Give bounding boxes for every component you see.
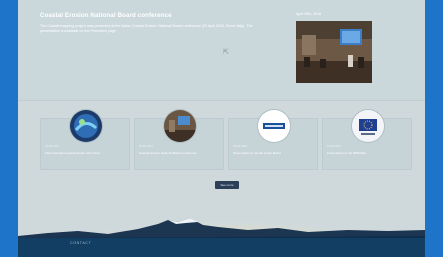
news-card-image[interactable]	[69, 109, 103, 143]
mouse-cursor-icon: ⇱	[223, 49, 229, 56]
news-card-date: 11 Apr 2016	[327, 145, 341, 148]
news-cards: 29 Apr 2016 Field operations questionnai…	[30, 104, 415, 170]
news-card[interactable]: 11 Apr 2016 Presentation to the RPRGEG	[322, 109, 412, 170]
news-card-title[interactable]: Presentation to the RPRGEG	[327, 151, 409, 155]
news-card-image[interactable]	[351, 109, 385, 143]
footer-landscape-image	[18, 200, 425, 242]
footer: CONTACT	[18, 238, 425, 257]
news-card-title[interactable]: Presentation to the EC Coast Board	[233, 151, 315, 155]
news-card-date: 20 Apr 2016	[139, 145, 153, 148]
conference-photo[interactable]	[296, 21, 372, 83]
featured-news-title[interactable]: Coastal Erosion National Board conferenc…	[40, 12, 172, 19]
news-card-title[interactable]: Coastal Erosion National Board conferenc…	[139, 151, 221, 155]
news-card-date: 29 Apr 2016	[45, 145, 59, 148]
featured-news-section: Coastal Erosion National Board conferenc…	[18, 0, 425, 101]
news-card-title[interactable]: Field operations questionnaire still onl…	[45, 151, 127, 155]
featured-news-date: April 20th, 2016	[296, 12, 322, 16]
see-more-button[interactable]: See more	[215, 181, 239, 189]
news-card-date: 18 Apr 2016	[233, 145, 247, 148]
news-card-image[interactable]	[163, 109, 197, 143]
news-card[interactable]: 20 Apr 2016 Coastal Erosion National Boa…	[134, 109, 224, 170]
contact-link[interactable]: CONTACT	[70, 241, 91, 245]
news-card[interactable]: 29 Apr 2016 Field operations questionnai…	[40, 109, 130, 170]
news-card[interactable]: 18 Apr 2016 Presentation to the EC Coast…	[228, 109, 318, 170]
page: Coastal Erosion National Board conferenc…	[18, 0, 425, 257]
featured-news-body: The Coastal mapping project was presente…	[40, 24, 253, 34]
news-card-image[interactable]	[257, 109, 291, 143]
